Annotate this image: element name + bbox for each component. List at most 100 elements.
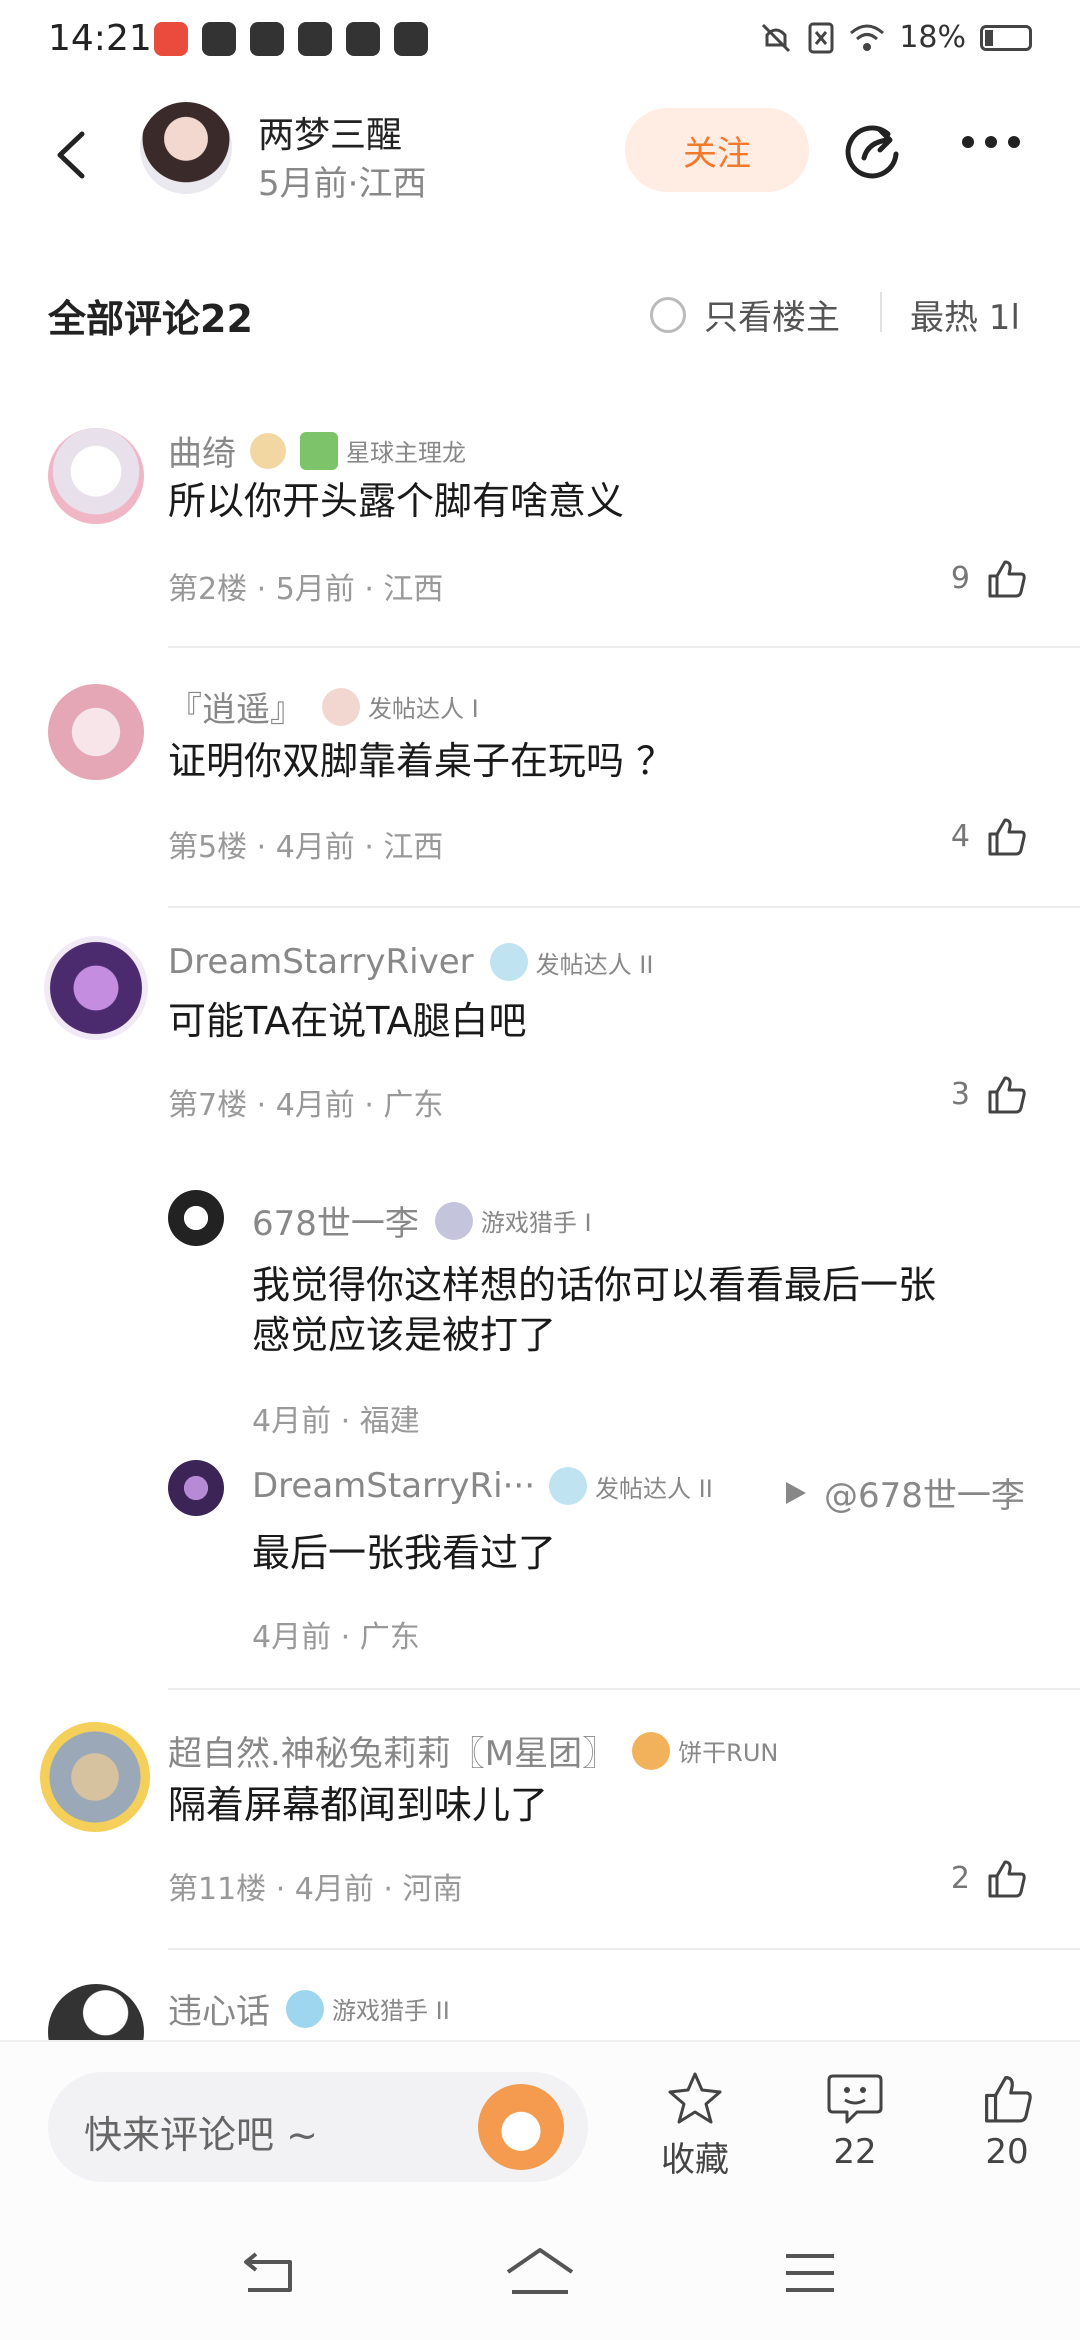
comment-divider bbox=[168, 1948, 1080, 1950]
comment-input-placeholder: 快来评论吧 ~ bbox=[84, 2113, 318, 2157]
reply-text: 最后一张我看过了 bbox=[252, 1531, 557, 1575]
comment-divider bbox=[168, 1688, 1080, 1690]
commenter-name[interactable]: 曲绮 bbox=[168, 426, 236, 475]
user-badge: 饼干RUN bbox=[632, 1731, 779, 1770]
comment-meta: 第11楼 · 4月前 · 河南 bbox=[168, 1872, 463, 1907]
reply-text-line: 我觉得你这样想的话你可以看看最后一张 bbox=[252, 1263, 937, 1307]
thumbs-up-icon[interactable] bbox=[984, 1072, 1028, 1116]
bottom-action-bar: 快来评论吧 ~ 收藏 22 20 bbox=[0, 2040, 1080, 2210]
commenter-avatar[interactable] bbox=[44, 936, 148, 1040]
more-options-icon[interactable] bbox=[962, 136, 1020, 148]
replier-name[interactable]: 678世一李 bbox=[252, 1196, 419, 1245]
sim-icon bbox=[808, 22, 834, 53]
reply-to[interactable]: @678世一李 bbox=[784, 1468, 1025, 1517]
only-op-toggle[interactable]: 只看楼主 bbox=[650, 290, 840, 339]
star-icon bbox=[668, 2072, 722, 2124]
back-arrow-icon[interactable] bbox=[50, 130, 90, 180]
reply-text-line: 感觉应该是被打了 bbox=[252, 1313, 557, 1357]
notification-icons bbox=[154, 22, 428, 56]
badge-label: 饼干RUN bbox=[678, 1739, 779, 1767]
like-count: 4 bbox=[950, 818, 970, 854]
app-notification-icon bbox=[154, 22, 188, 56]
comments-button[interactable]: 22 bbox=[800, 2070, 910, 2172]
commenter-avatar[interactable] bbox=[48, 1984, 144, 2040]
sort-dropdown[interactable]: 最热 1l bbox=[910, 290, 1020, 339]
user-badge: 发帖达人 II bbox=[489, 943, 654, 981]
comment-bubble-icon bbox=[827, 2074, 883, 2124]
status-right: 18% bbox=[759, 20, 1032, 55]
radio-icon[interactable] bbox=[650, 296, 686, 333]
battery-percent: 18% bbox=[899, 20, 966, 55]
divider bbox=[880, 292, 882, 332]
badge-icon bbox=[434, 1201, 473, 1240]
comments-count-title: 全部评论22 bbox=[48, 297, 253, 341]
like-post-count: 20 bbox=[985, 2132, 1029, 2172]
video-app-icon bbox=[346, 22, 380, 56]
comment-meta: 第5楼 · 4月前 · 江西 bbox=[168, 830, 444, 865]
badge-icon bbox=[300, 431, 338, 470]
comment-count: 22 bbox=[833, 2132, 877, 2172]
wifi-icon bbox=[850, 24, 885, 51]
reply-meta: 4月前 · 福建 bbox=[252, 1404, 420, 1439]
status-time: 14:21 bbox=[48, 18, 152, 59]
nav-back-icon[interactable] bbox=[240, 2250, 300, 2298]
badge-label: 发帖达人 II bbox=[535, 950, 654, 979]
badge-icon bbox=[489, 943, 528, 981]
status-bar: 14:21 18% bbox=[0, 0, 1080, 84]
comment-meta: 第2楼 · 5月前 · 江西 bbox=[168, 572, 444, 607]
comment-text: 可能TA在说TA腿白吧 bbox=[168, 999, 527, 1043]
user-badge: 发帖达人 I bbox=[322, 687, 479, 726]
like-post-button[interactable]: 20 bbox=[952, 2070, 1062, 2172]
follow-button[interactable]: 关注 bbox=[625, 108, 809, 192]
like-count: 2 bbox=[950, 1860, 970, 1896]
author-name[interactable]: 两梦三醒 bbox=[258, 106, 402, 158]
comment-divider bbox=[168, 906, 1080, 908]
like-button[interactable]: 9 bbox=[951, 556, 1028, 600]
commenter-avatar[interactable] bbox=[48, 684, 144, 780]
replier-avatar[interactable] bbox=[168, 1190, 224, 1246]
badge-icon bbox=[286, 1989, 324, 2028]
commenter-name[interactable]: DreamStarryRiver bbox=[168, 942, 474, 982]
battery-icon bbox=[980, 24, 1032, 51]
thumbs-up-icon[interactable] bbox=[984, 556, 1028, 600]
reply-to-user[interactable]: @678世一李 bbox=[824, 1468, 1025, 1517]
replier-avatar[interactable] bbox=[168, 1460, 224, 1516]
only-op-label: 只看楼主 bbox=[704, 298, 840, 338]
mute-icon bbox=[762, 23, 791, 52]
share-icon[interactable] bbox=[842, 120, 904, 182]
commenter-name[interactable]: 超自然.神秘兔莉莉〖M星团〗 bbox=[168, 1726, 616, 1775]
like-button[interactable]: 4 bbox=[951, 814, 1028, 858]
commenter-name[interactable]: 『逍遥』 bbox=[168, 682, 304, 731]
mascot-emoji-icon[interactable] bbox=[478, 2084, 564, 2170]
qq-icon bbox=[250, 22, 284, 56]
badge-label: 星球主理龙 bbox=[346, 439, 466, 467]
like-button[interactable]: 3 bbox=[951, 1072, 1028, 1116]
thumbs-up-icon bbox=[985, 2076, 1032, 2123]
user-badge: 游戏猎手 II bbox=[286, 1989, 450, 2028]
nav-menu-icon[interactable] bbox=[782, 2250, 838, 2296]
reply-meta: 4月前 · 广东 bbox=[252, 1620, 420, 1655]
comment-item[interactable]: 违心话 游戏猎手 II bbox=[0, 1984, 1080, 2040]
cookie-emoji-icon bbox=[250, 432, 286, 469]
commenter-name[interactable]: 违心话 bbox=[168, 1984, 270, 2033]
comments-filter-bar: 全部评论22 只看楼主 最热 1l bbox=[0, 280, 1080, 350]
badge-label: 游戏猎手 I bbox=[480, 1209, 592, 1237]
user-badge: 发帖达人 II bbox=[549, 1467, 713, 1505]
badge-label: 游戏猎手 II bbox=[332, 1997, 450, 2025]
comment-input[interactable]: 快来评论吧 ~ bbox=[48, 2072, 588, 2182]
commenter-avatar[interactable] bbox=[48, 428, 144, 524]
thumbs-up-icon[interactable] bbox=[984, 1856, 1028, 1900]
system-nav-bar bbox=[0, 2210, 1080, 2340]
nav-home-icon[interactable] bbox=[504, 2246, 576, 2298]
comment-text: 隔着屏幕都闻到味儿了 bbox=[168, 1783, 549, 1827]
thumbs-up-icon[interactable] bbox=[984, 814, 1028, 858]
music-app-icon bbox=[394, 22, 428, 56]
commenter-avatar[interactable] bbox=[40, 1722, 150, 1832]
replier-name[interactable]: DreamStarryRi··· bbox=[252, 1466, 535, 1506]
collect-button[interactable]: 收藏 bbox=[640, 2070, 750, 2181]
collect-label: 收藏 bbox=[661, 2140, 729, 2180]
comment-divider bbox=[168, 646, 1080, 648]
like-button[interactable]: 2 bbox=[951, 1856, 1028, 1900]
reply-arrow-icon bbox=[786, 1481, 806, 1504]
author-avatar[interactable] bbox=[140, 102, 232, 194]
